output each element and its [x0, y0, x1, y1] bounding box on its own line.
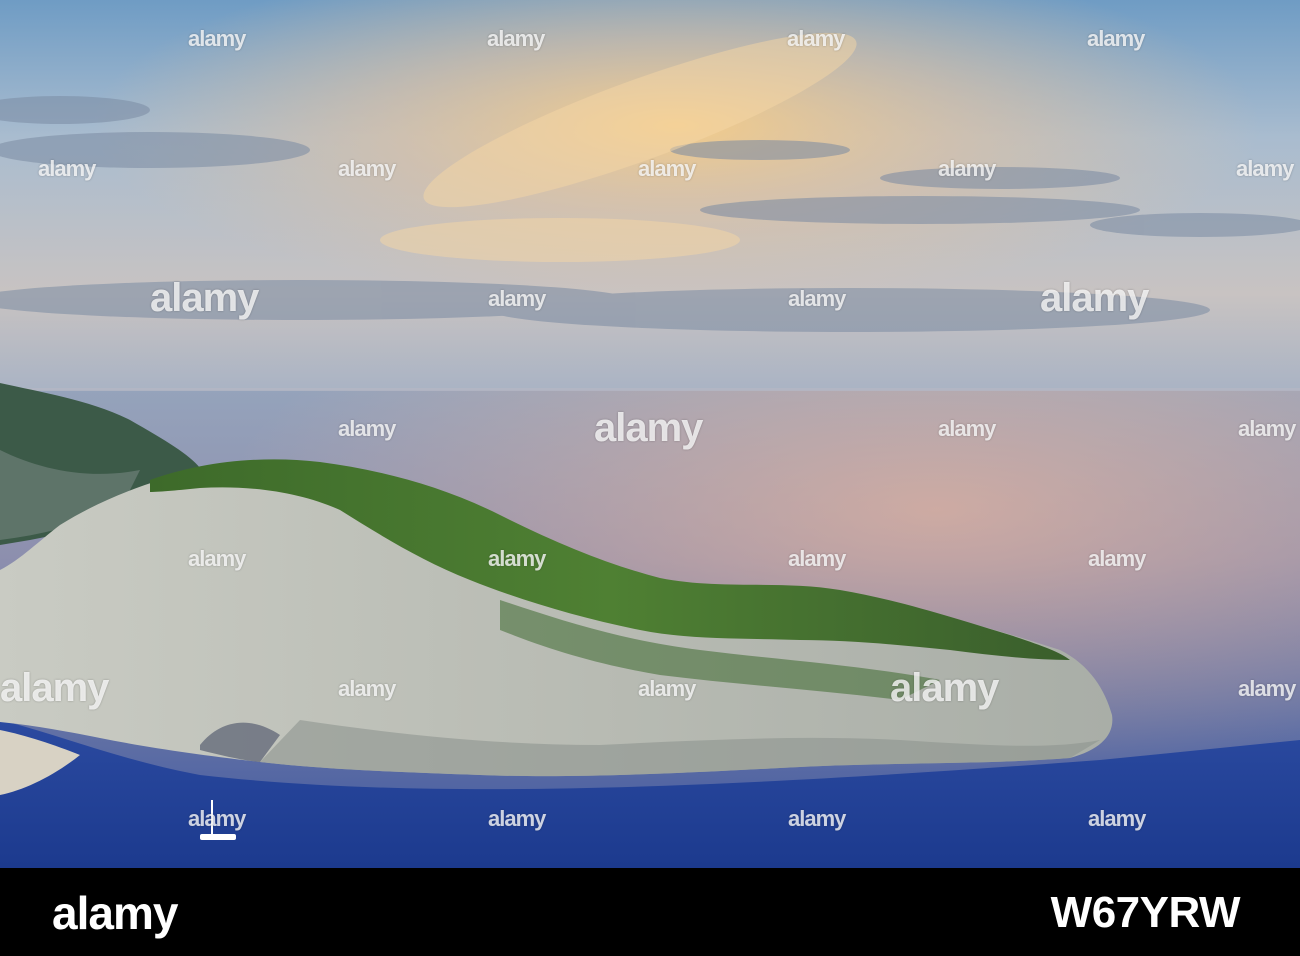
watermark-alamy: alamy [488, 546, 546, 571]
watermark-alamy: alamy [338, 676, 396, 701]
image-id-label: W67YRW [1050, 888, 1241, 937]
watermark-alamy: alamy [38, 156, 96, 181]
watermark-alamy: alamy [488, 806, 546, 831]
alamy-logo: alamy [52, 887, 178, 939]
watermark-alamy: alamy [788, 806, 846, 831]
watermark-alamy: alamy [1040, 276, 1149, 320]
watermark-alamy: alamy [638, 156, 696, 181]
watermark-alamy: alamy [338, 156, 396, 181]
watermark-alamy: alamy [487, 26, 545, 51]
watermark-alamy: alamy [338, 416, 396, 441]
watermark-alamy: alamy [1238, 416, 1296, 441]
watermark-alamy: alamy [1088, 806, 1146, 831]
landscape-photo: alamy alamy alamy alamy alamy alamy alam… [0, 0, 1300, 868]
watermark-alamy: alamy [1087, 26, 1145, 51]
watermark-alamy: alamy [788, 286, 846, 311]
footer-bar: alamy W67YRW [0, 868, 1300, 956]
watermark-alamy: alamy [938, 156, 996, 181]
watermark-alamy: alamy [488, 286, 546, 311]
watermark-alamy: alamy [938, 416, 996, 441]
watermark-alamy: alamy [188, 806, 246, 831]
watermark-alamy: alamy [0, 666, 109, 710]
watermark-alamy: alamy [1088, 546, 1146, 571]
watermark-alamy: alamy [188, 546, 246, 571]
watermark-alamy: alamy [150, 276, 259, 320]
watermark-alamy: alamy [638, 676, 696, 701]
watermark-alamy: alamy [1238, 676, 1296, 701]
watermark-alamy: alamy [1236, 156, 1294, 181]
watermark-alamy: alamy [188, 26, 246, 51]
watermark-alamy: alamy [787, 26, 845, 51]
watermark-alamy: alamy [890, 666, 999, 710]
watermark-alamy: alamy [594, 406, 703, 450]
watermark-alamy: alamy [788, 546, 846, 571]
